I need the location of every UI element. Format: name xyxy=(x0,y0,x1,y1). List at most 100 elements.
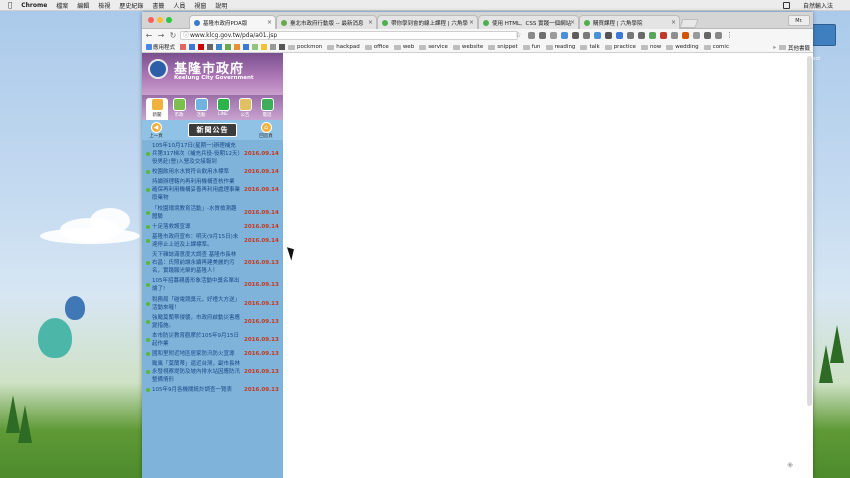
news-item[interactable]: 校園飲用水水質符合飲用水標準 2016.09.14 xyxy=(142,168,283,176)
tab-klcg-pda[interactable]: 基隆市政府PDA版 × xyxy=(189,15,276,30)
tab-taipei-mobile[interactable]: 臺北市政府行動版 -- 最新消息 × xyxy=(276,15,377,29)
bookmark-folder-fun[interactable]: fun xyxy=(522,44,541,50)
extension-icon[interactable] xyxy=(572,32,579,39)
bookmark-favicon-icon[interactable] xyxy=(180,44,187,50)
input-method-indicator[interactable]: 自然輸入法 xyxy=(803,1,833,10)
menu-edit[interactable]: 編輯 xyxy=(77,1,89,10)
news-item[interactable]: 105年10月17日(星期一)辦理補充兵第317梯次（補充兵役-役期12天）役男… xyxy=(142,142,283,166)
bookmark-folder-snippet[interactable]: snippet xyxy=(488,44,518,50)
nav-news[interactable]: 新聞 xyxy=(146,98,168,120)
extension-icon[interactable] xyxy=(528,32,535,39)
menu-window[interactable]: 視窗 xyxy=(194,1,206,10)
back-arrow-icon[interactable]: ← xyxy=(144,31,154,40)
page-info-icon[interactable]: ⓘ xyxy=(183,32,189,40)
extension-icon[interactable] xyxy=(704,32,711,39)
extension-icon[interactable] xyxy=(616,32,623,39)
extension-icon[interactable] xyxy=(649,32,656,39)
news-title[interactable]: 105年招募親善形象活動中獎名單出爐了! xyxy=(152,277,241,293)
bookmark-favicon-icon[interactable] xyxy=(261,44,268,50)
tab-close-icon[interactable]: × xyxy=(671,19,676,26)
address-text[interactable]: www.klcg.gov.tw/pda/a01.jsp xyxy=(190,32,277,39)
new-tab-button[interactable] xyxy=(679,19,699,28)
tab-html-css-course[interactable]: 使用 HTML、CSS 實踐一個網站 × xyxy=(478,15,579,29)
bookmark-favicon-icon[interactable] xyxy=(252,44,259,50)
resize-corner-icon[interactable]: ◈ xyxy=(787,460,793,469)
nav-city[interactable]: 市政 xyxy=(168,98,190,120)
tab-close-icon[interactable]: × xyxy=(469,19,474,26)
tab-buy-course[interactable]: 購買課程 | 六角學院 × xyxy=(579,15,680,29)
extension-icon[interactable] xyxy=(539,32,546,39)
extension-icon[interactable] xyxy=(660,32,667,39)
chrome-menu-icon[interactable]: ⋮ xyxy=(726,32,733,39)
extension-icon[interactable] xyxy=(550,32,557,39)
menu-view[interactable]: 檢視 xyxy=(98,1,110,10)
news-title[interactable]: 105年9月各機關統計調查一覽表 xyxy=(152,386,241,394)
reload-icon[interactable]: ↻ xyxy=(168,31,178,40)
bookmark-star-icon[interactable]: ☆ xyxy=(515,31,521,39)
forward-arrow-icon[interactable]: → xyxy=(156,31,166,40)
bookmark-favicon-icon[interactable] xyxy=(198,44,205,50)
desktop-folder-icon[interactable] xyxy=(812,24,836,46)
news-title[interactable]: 基隆市政府宣布：明天(9月15日)未達停止上班及上課標準。 xyxy=(152,233,241,249)
bookmark-folder-reading[interactable]: reading xyxy=(545,44,575,50)
extension-icon[interactable] xyxy=(682,32,689,39)
prev-page-button[interactable]: ◀ 上一頁 xyxy=(146,122,166,139)
home-button[interactable]: ⌂ 回首頁 xyxy=(256,122,276,139)
page-scrollbar[interactable] xyxy=(807,56,812,406)
news-title[interactable]: 稅務局「碰電競獎元，好禮大方送」活動來囉！ xyxy=(152,296,241,312)
extension-icon[interactable] xyxy=(605,32,612,39)
tab-close-icon[interactable]: × xyxy=(267,19,272,26)
bookmark-favicon-icon[interactable] xyxy=(207,44,214,50)
news-title[interactable]: 十足落救護宣導 xyxy=(152,223,241,231)
extension-icon[interactable] xyxy=(715,32,722,39)
tab-close-icon[interactable]: × xyxy=(570,19,575,26)
news-title[interactable]: 校園飲用水水質符合飲用水標準 xyxy=(152,168,241,176)
bookmark-folder-pockmon[interactable]: pockmon xyxy=(288,44,322,50)
news-item[interactable]: 105年9月各機關統計調查一覽表 2016.09.13 xyxy=(142,386,283,394)
news-title[interactable]: 天下雜誌滿意度大調查 基隆市長林右昌：氏照前讓永續再建美麗的污名，實踐願光榮的基… xyxy=(152,251,241,275)
bookmark-folder-comic[interactable]: comic xyxy=(703,44,729,50)
news-title[interactable]: 強颱莫蘭蒂侵襲，市政府啟動災害應變措施。 xyxy=(152,314,241,330)
news-item[interactable]: 颱風「莫蘭蒂」逼近台灣，副市長林永發視察堤防及坡內排水站因應防汛整備情形 2016… xyxy=(142,360,283,384)
input-method-icon[interactable] xyxy=(782,2,790,9)
menu-help[interactable]: 說明 xyxy=(215,1,227,10)
extension-icon[interactable] xyxy=(561,32,568,39)
close-window-button[interactable] xyxy=(148,17,154,23)
apple-menu-icon[interactable]:  xyxy=(8,1,12,9)
extension-icon[interactable] xyxy=(594,32,601,39)
menu-file[interactable]: 檔案 xyxy=(56,1,68,10)
news-item[interactable]: 國和里附近地區居家防汛防火宣導 2016.09.13 xyxy=(142,350,283,358)
bookmark-favicon-icon[interactable] xyxy=(270,44,277,50)
news-title[interactable]: 本市防災教育觀摩於105年9月15日起作業 xyxy=(152,332,241,348)
zoom-window-button[interactable] xyxy=(166,17,172,23)
news-title[interactable]: 國和里附近地區居家防汛防火宣導 xyxy=(152,350,241,358)
bookmark-favicon-icon[interactable] xyxy=(216,44,223,50)
extension-icon[interactable] xyxy=(627,32,634,39)
news-title[interactable]: 颱風「莫蘭蒂」逼近台灣，副市長林永發視察堤防及坡內排水站因應防汛整備情形 xyxy=(152,360,241,384)
news-item[interactable]: 稅務局「碰電競獎元，好禮大方送」活動來囉！ 2016.09.13 xyxy=(142,296,283,312)
news-item[interactable]: 本市防災教育觀摩於105年9月15日起作業 2016.09.13 xyxy=(142,332,283,348)
menu-history[interactable]: 歷史紀錄 xyxy=(119,1,143,10)
bookmarks-overflow-chevron-icon[interactable]: » xyxy=(773,45,776,51)
bookmark-folder-wedding[interactable]: wedding xyxy=(666,44,699,50)
nav-events[interactable]: 活動 xyxy=(190,98,212,120)
tab-close-icon[interactable]: × xyxy=(368,19,373,26)
bookmark-favicon-icon[interactable] xyxy=(234,44,241,50)
bookmark-favicon-icon[interactable] xyxy=(189,44,196,50)
news-item[interactable]: 105年招募親善形象活動中獎名單出爐了! 2016.09.13 xyxy=(142,277,283,293)
bookmark-folder-web[interactable]: web xyxy=(393,44,414,50)
extension-icon[interactable] xyxy=(583,32,590,39)
news-item[interactable]: 十足落救護宣導 2016.09.14 xyxy=(142,223,283,231)
menu-chrome[interactable]: Chrome xyxy=(21,2,47,9)
extension-icon[interactable] xyxy=(638,32,645,39)
bookmark-folder-service[interactable]: service xyxy=(419,44,448,50)
bookmark-folder-website[interactable]: website xyxy=(452,44,483,50)
profile-button[interactable]: Mr. xyxy=(788,15,810,26)
menu-bookmarks[interactable]: 書籤 xyxy=(152,1,164,10)
news-item[interactable]: 天下雜誌滿意度大調查 基隆市長林右昌：氏照前讓永續再建美麗的污名，實踐願光榮的基… xyxy=(142,251,283,275)
bookmark-favicon-icon[interactable] xyxy=(225,44,232,50)
bookmark-folder-talk[interactable]: talk xyxy=(580,44,600,50)
extension-icon[interactable] xyxy=(671,32,678,39)
bookmark-folder-now[interactable]: now xyxy=(640,44,661,50)
bookmark-folder-office[interactable]: office xyxy=(364,44,389,50)
